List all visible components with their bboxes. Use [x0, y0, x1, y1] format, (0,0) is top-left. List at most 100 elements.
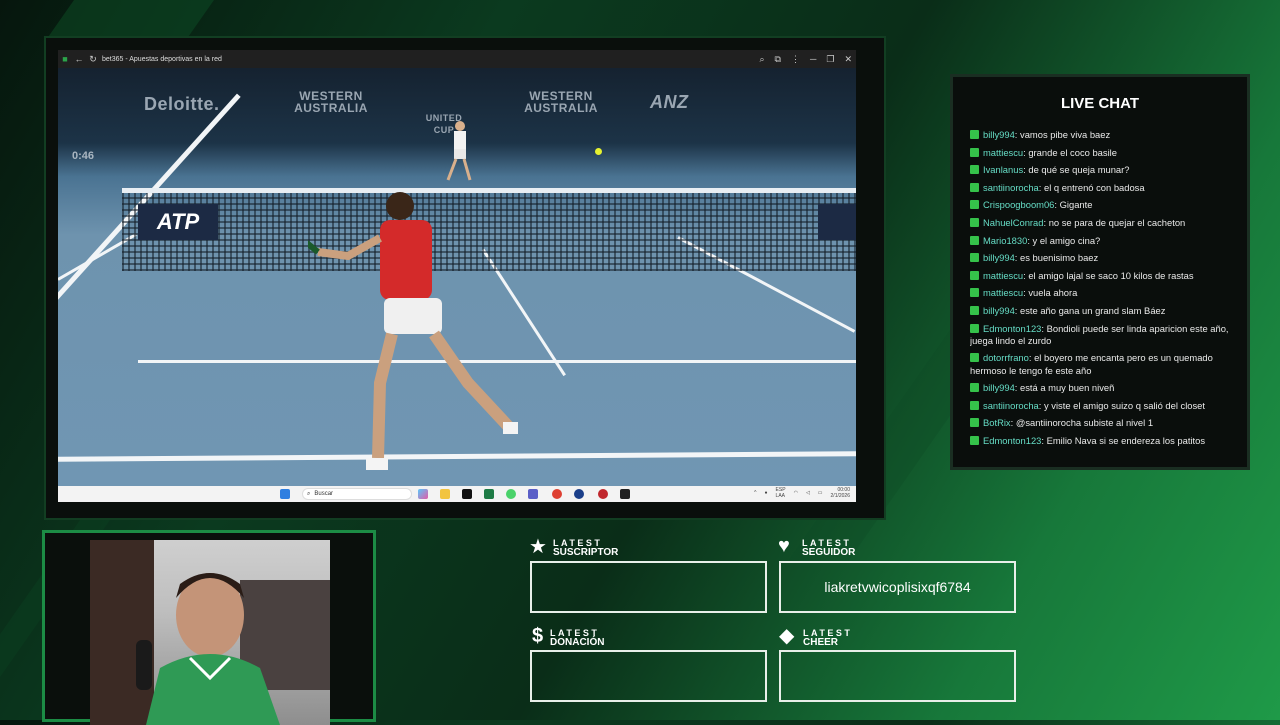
more-menu-icon[interactable]: ⋮ [791, 54, 800, 65]
chat-text: es buenisimo baez [1020, 252, 1099, 264]
extensions-icon[interactable]: ⧉ [775, 54, 781, 65]
close-button[interactable]: ✕ [844, 54, 852, 65]
chat-username[interactable]: Crispoogboom06 [983, 199, 1054, 210]
chat-message-list[interactable]: billy994: vamos pibe viva baez mattiescu:… [970, 119, 1230, 449]
latest-seguidor-heading: LATEST SEGUIDOR [802, 539, 855, 558]
kick-badge-icon [970, 182, 979, 192]
taskbar-search[interactable]: ⌕ Buscar [302, 488, 412, 500]
seguidor-label: SEGUIDOR [802, 547, 856, 558]
chat-username[interactable]: billy994 [983, 382, 1015, 393]
kick-badge-icon [970, 217, 979, 227]
wifi-icon[interactable]: ◠ [794, 490, 798, 496]
latest-cheer-box [779, 650, 1016, 702]
clock[interactable]: 00:00 2/1/2026 [831, 487, 850, 499]
windows-start-icon[interactable] [280, 489, 290, 499]
chat-username[interactable]: billy994 [983, 252, 1015, 263]
kick-badge-icon [970, 288, 979, 298]
chat-username[interactable]: Edmonton123 [983, 323, 1041, 334]
chat-username[interactable]: Ivanlanus [983, 164, 1023, 175]
chat-message: Ivanlanus: de qué se queja munar? [970, 164, 1230, 176]
kick-badge-icon [970, 418, 979, 428]
chat-username[interactable]: dotorrfrano [983, 352, 1029, 363]
search-icon: ⌕ [307, 490, 311, 497]
kick-badge-icon [970, 200, 979, 210]
latest-seguidor-box: liakretvwicoplisixqf6784 [779, 561, 1016, 613]
background-stripe [45, 0, 215, 40]
kick-badge-icon [970, 305, 979, 315]
kick-badge-icon [970, 130, 979, 139]
zoom-icon[interactable]: ⌕ [760, 54, 765, 65]
tiktok-icon[interactable] [462, 489, 472, 499]
chat-username[interactable]: santiinorocha [983, 400, 1039, 411]
chat-message: Crispoogboom06: Gigante [970, 199, 1230, 211]
file-explorer-icon[interactable] [440, 489, 450, 499]
chat-username[interactable]: billy994 [983, 129, 1015, 140]
chat-username[interactable]: mattiescu [983, 147, 1023, 158]
chat-username[interactable]: billy994 [983, 305, 1015, 316]
app-icon-red[interactable] [598, 489, 608, 499]
cheer-label: CHEER [803, 637, 839, 648]
chat-message: mattiescu: el amigo lajal se saco 10 kil… [970, 270, 1230, 282]
webcam-frame [42, 530, 376, 725]
system-tray: ^ ● ESP LAA ◠ ◁ ▭ 00:00 2/1/2026 [754, 487, 850, 499]
latest-cheer-heading: LATEST CHEER [803, 629, 852, 648]
match-clock: 0:46 [72, 150, 95, 162]
language-indicator[interactable]: ESP LAA [776, 487, 786, 499]
browser-window: ■ ← ↻ bet365 - Apuestas deportivas en la… [58, 50, 856, 502]
tennis-video[interactable]: Deloitte. WESTERN AUSTRALIA UNITED CUP W… [58, 68, 856, 486]
tray-chevron-icon[interactable]: ^ [754, 490, 756, 496]
chrome-icon[interactable] [552, 489, 562, 499]
chat-message: santiinorocha: el q entrenó con badosa [970, 182, 1230, 194]
excel-icon[interactable] [484, 489, 494, 499]
chat-username[interactable]: santiinorocha [983, 182, 1039, 193]
chat-message: Mario1830: y el amigo cina? [970, 235, 1230, 247]
diamond-icon: ◆ [779, 625, 795, 647]
suscriptor-label: SUSCRIPTOR [553, 547, 619, 558]
chat-username[interactable]: Edmonton123 [983, 435, 1041, 446]
atp-board-right [818, 204, 856, 240]
chat-message: billy994: está a muy buen niveñ [970, 382, 1230, 394]
atp-board: ATP [138, 204, 218, 240]
tab-title: bet365 - Apuestas deportivas en la red [102, 55, 222, 63]
microphone-icon[interactable]: ● [765, 490, 768, 496]
bet365-favicon-icon: ■ [62, 54, 68, 64]
browser-app-icon[interactable] [574, 489, 584, 499]
chat-message: mattiescu: grande el coco basile [970, 147, 1230, 159]
chat-username[interactable]: mattiescu [983, 270, 1023, 281]
chat-message: billy994: vamos pibe viva baez [970, 129, 1230, 141]
kick-badge-icon [970, 323, 979, 333]
chat-username[interactable]: mattiescu [983, 287, 1023, 298]
kick-badge-icon [970, 353, 979, 363]
chat-text: vamos pibe viva baez [1020, 129, 1111, 140]
chat-message: dotorrfrano: el boyero me encanta pero e… [970, 352, 1230, 376]
chat-message: NahuelConrad: no se para de quejar el ca… [970, 217, 1230, 229]
kick-badge-icon [970, 435, 979, 445]
heart-icon: ♥ [778, 535, 790, 557]
chat-message: billy994: este año gana un grand slam Bá… [970, 305, 1230, 317]
chat-username[interactable]: NahuelConrad [983, 217, 1043, 228]
app-icon-dark[interactable] [620, 489, 630, 499]
tennis-ball [595, 148, 602, 155]
minimize-button[interactable]: ─ [810, 54, 816, 64]
chat-text: este año gana un grand slam Báez [1020, 304, 1166, 316]
chat-username[interactable]: BotRix [983, 417, 1011, 428]
kick-badge-icon [970, 147, 979, 157]
chat-message: Edmonton123: Emilio Nava si se endereza … [970, 435, 1230, 447]
volume-icon[interactable]: ◁ [806, 490, 810, 496]
live-chat-panel: LIVE CHAT billy994: vamos pibe viva baez… [950, 74, 1250, 470]
back-arrow-icon[interactable]: ← [72, 54, 86, 64]
reload-icon[interactable]: ↻ [86, 54, 100, 65]
windows-taskbar: ⌕ Buscar ^ ● ESP LAA ◠ ◁ ▭ 00:00 2/1/202… [58, 486, 856, 502]
chat-message: billy994: es buenisimo baez [970, 252, 1230, 264]
chat-text: el q entrenó con badosa [1043, 181, 1145, 193]
whatsapp-icon[interactable] [506, 489, 516, 499]
chat-text: Emilio Nava si se endereza los patitos [1046, 434, 1206, 446]
chat-username[interactable]: Mario1830 [983, 235, 1027, 246]
sponsor-deloitte: Deloitte. [144, 94, 220, 114]
chat-message: santiinorocha: y viste el amigo suizo q … [970, 400, 1230, 412]
copilot-icon[interactable] [418, 489, 428, 499]
teams-icon[interactable] [528, 489, 538, 499]
battery-icon[interactable]: ▭ [818, 490, 823, 496]
latest-suscriptor-box [530, 561, 767, 613]
maximize-button[interactable]: ❐ [826, 54, 834, 65]
